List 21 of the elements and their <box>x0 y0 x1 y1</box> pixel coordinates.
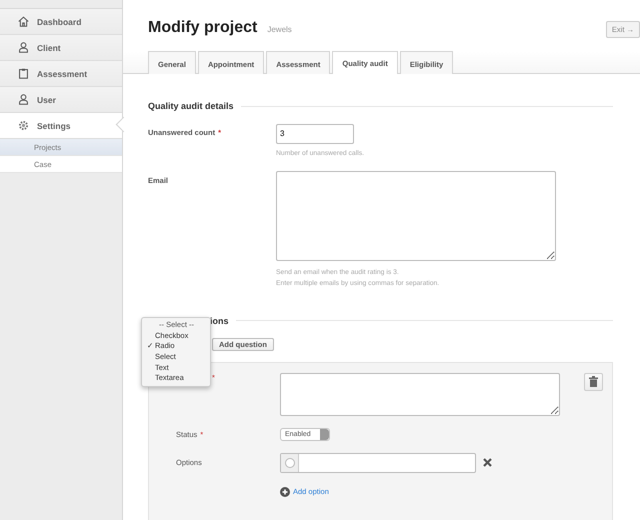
person-icon <box>18 94 29 105</box>
house-icon <box>18 16 29 27</box>
project-name: Jewels <box>267 25 292 34</box>
delete-button[interactable] <box>584 372 603 390</box>
section-heading: Quality audit details <box>148 101 234 111</box>
sidebar-item[interactable]: Dashboard <box>0 9 122 35</box>
page-title: Modify project <box>148 19 258 37</box>
sidebar-item[interactable]: Client <box>0 35 122 61</box>
plus-icon <box>280 486 290 496</box>
clipboard-icon <box>18 68 29 79</box>
trash-icon <box>589 376 598 387</box>
sidebar-item[interactable]: Assessment <box>0 61 122 87</box>
question-field[interactable] <box>280 372 560 416</box>
remove-icon[interactable] <box>483 458 492 467</box>
section-heading: ions <box>210 316 229 326</box>
sidebar-item[interactable]: User <box>0 87 122 113</box>
option-field[interactable] <box>280 452 476 472</box>
input-field[interactable]: 3 <box>276 124 354 144</box>
gear-icon <box>18 120 29 131</box>
email-field[interactable] <box>276 170 556 260</box>
person-icon <box>18 42 29 53</box>
